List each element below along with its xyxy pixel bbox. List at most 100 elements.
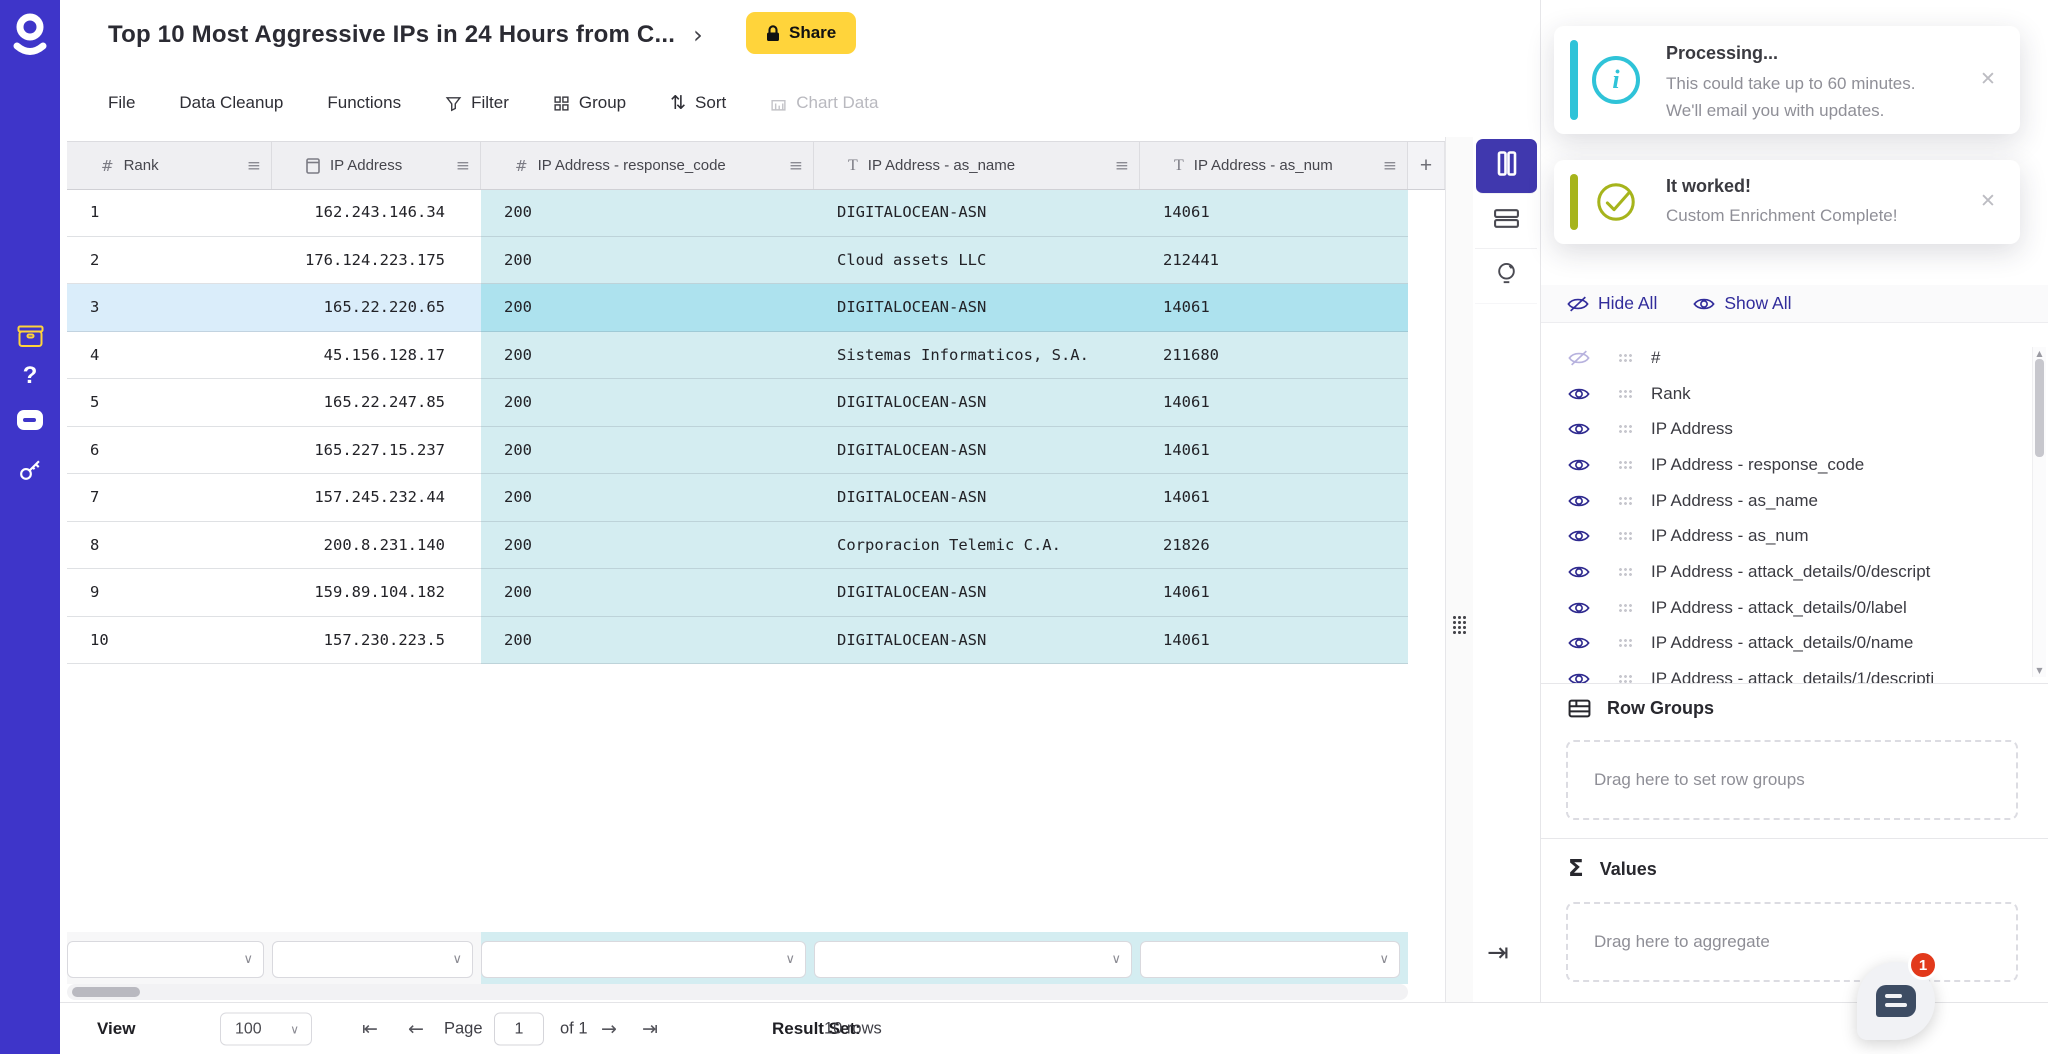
next-page-icon[interactable]: → (601, 1018, 617, 1040)
cell[interactable]: 200 (481, 332, 814, 380)
cell[interactable]: DIGITALOCEAN-ASN (814, 474, 1140, 522)
show-all-button[interactable]: Show All (1693, 293, 1791, 314)
library-archive-icon[interactable] (0, 324, 60, 354)
cell[interactable]: 4 (67, 332, 272, 380)
gigasheet-logo-icon[interactable] (10, 10, 50, 58)
cell[interactable]: 200 (481, 427, 814, 475)
cell[interactable]: 6 (67, 427, 272, 475)
cell[interactable]: 200.8.231.140 (272, 522, 481, 570)
cell[interactable]: 165.22.220.65 (272, 284, 481, 332)
cell[interactable]: 157.230.223.5 (272, 617, 481, 665)
cell[interactable]: 200 (481, 522, 814, 570)
panel-scrollbar[interactable]: ▲ ▼ (2032, 347, 2046, 677)
key-icon[interactable] (0, 456, 60, 489)
scroll-down-icon[interactable]: ▼ (2035, 666, 2044, 675)
drag-handle-icon[interactable] (1618, 353, 1633, 363)
menu-item-data-cleanup[interactable]: Data Cleanup (179, 93, 283, 113)
tab-columns[interactable] (1476, 139, 1537, 194)
cell[interactable]: 200 (481, 189, 814, 237)
table-row-2[interactable]: 2176.124.223.175200Cloud assets LLC21244… (67, 237, 1408, 285)
eye-icon[interactable] (1568, 457, 1592, 473)
cell[interactable]: DIGITALOCEAN-ASN (814, 189, 1140, 237)
column-list-item-ip-address-attack-details-1-descripti[interactable]: IP Address - attack_details/1/descripti (1541, 661, 2031, 683)
table-row-4[interactable]: 445.156.128.17200Sistemas Informaticos, … (67, 332, 1408, 380)
cell[interactable]: 200 (481, 617, 814, 665)
cell[interactable]: 176.124.223.175 (272, 237, 481, 285)
cell[interactable]: DIGITALOCEAN-ASN (814, 617, 1140, 665)
drag-handle-icon[interactable] (1618, 638, 1633, 648)
column-list-item-ip-address-as-num[interactable]: IP Address - as_num (1541, 518, 2031, 554)
column-menu-icon[interactable]: ≡ (1383, 156, 1397, 176)
filter-select-ip-address-response-code[interactable]: ∨ (481, 941, 806, 978)
support-chat-button[interactable]: 1 (1857, 962, 1935, 1040)
column-header-ip-address-as-name[interactable]: TIP Address - as_name≡ (814, 142, 1140, 189)
table-row-1[interactable]: 1162.243.146.34200DIGITALOCEAN-ASN14061 (67, 189, 1408, 237)
cell[interactable]: 165.22.247.85 (272, 379, 481, 427)
column-list-item-ip-address[interactable]: IP Address (1541, 411, 2031, 447)
panel-resize-handle[interactable] (1445, 137, 1474, 1002)
cell[interactable]: 165.227.15.237 (272, 427, 481, 475)
menu-item-file[interactable]: File (108, 93, 135, 113)
column-list-item-ip-address-attack-details-0-descript[interactable]: IP Address - attack_details/0/descript (1541, 554, 2031, 590)
eye-off-icon[interactable] (1568, 350, 1592, 366)
drag-handle-icon[interactable] (1618, 389, 1633, 399)
column-header-ip-address-response-code[interactable]: #IP Address - response_code≡ (481, 142, 814, 189)
column-list-item-rank[interactable]: Rank (1541, 376, 2031, 412)
breadcrumb-chevron-icon[interactable]: › (693, 21, 703, 49)
table-row-10[interactable]: 10157.230.223.5200DIGITALOCEAN-ASN14061 (67, 617, 1408, 665)
cell[interactable]: 14061 (1140, 284, 1408, 332)
help-icon[interactable]: ? (0, 362, 60, 390)
eye-icon[interactable] (1568, 600, 1592, 616)
column-menu-icon[interactable]: ≡ (789, 156, 803, 176)
drag-handle-icon[interactable] (1618, 603, 1633, 613)
cell[interactable]: 162.243.146.34 (272, 189, 481, 237)
cell[interactable]: DIGITALOCEAN-ASN (814, 427, 1140, 475)
close-icon[interactable]: ✕ (1980, 68, 1996, 90)
cell[interactable]: Sistemas Informaticos, S.A. (814, 332, 1140, 380)
cell[interactable]: 200 (481, 237, 814, 285)
column-menu-icon[interactable]: ≡ (456, 156, 470, 176)
cell[interactable]: DIGITALOCEAN-ASN (814, 284, 1140, 332)
share-button[interactable]: Share (746, 12, 856, 54)
add-column-button[interactable]: + (1408, 142, 1445, 189)
drag-handle-icon[interactable] (1618, 460, 1633, 470)
menu-item-sort[interactable]: ⇅Sort (670, 93, 726, 113)
tab-rows[interactable] (1475, 194, 1537, 249)
row-groups-dropzone[interactable]: Drag here to set row groups (1566, 740, 2018, 820)
cell[interactable]: 14061 (1140, 189, 1408, 237)
cell[interactable]: 45.156.128.17 (272, 332, 481, 380)
column-menu-icon[interactable]: ≡ (247, 156, 261, 176)
column-list-item-ip-address-as-name[interactable]: IP Address - as_name (1541, 483, 2031, 519)
column-list-item-ip-address-attack-details-0-name[interactable]: IP Address - attack_details/0/name (1541, 626, 2031, 662)
table-row-9[interactable]: 9159.89.104.182200DIGITALOCEAN-ASN14061 (67, 569, 1408, 617)
column-list-item-ip-address-attack-details-0-label[interactable]: IP Address - attack_details/0/label (1541, 590, 2031, 626)
column-header-ip-address-as-num[interactable]: TIP Address - as_num≡ (1140, 142, 1408, 189)
drag-handle-icon[interactable] (1618, 531, 1633, 541)
cell[interactable]: 9 (67, 569, 272, 617)
cell[interactable]: 14061 (1140, 427, 1408, 475)
table-row-5[interactable]: 5165.22.247.85200DIGITALOCEAN-ASN14061 (67, 379, 1408, 427)
cell[interactable]: 200 (481, 569, 814, 617)
eye-icon[interactable] (1568, 386, 1592, 402)
eye-icon[interactable] (1568, 493, 1592, 509)
cell[interactable]: 14061 (1140, 617, 1408, 665)
cell[interactable]: DIGITALOCEAN-ASN (814, 569, 1140, 617)
cell[interactable]: 200 (481, 284, 814, 332)
panel-scrollbar-thumb[interactable] (2035, 359, 2044, 457)
eye-icon[interactable] (1568, 671, 1592, 683)
table-row-3[interactable]: 3165.22.220.65200DIGITALOCEAN-ASN14061 (67, 284, 1408, 332)
tab-insights[interactable] (1475, 249, 1537, 304)
table-row-8[interactable]: 8200.8.231.140200Corporacion Telemic C.A… (67, 522, 1408, 570)
first-page-icon[interactable]: ⇤ (362, 1018, 378, 1040)
cell[interactable]: 157.245.232.44 (272, 474, 481, 522)
chat-message-icon[interactable] (0, 410, 60, 430)
cell[interactable]: 200 (481, 474, 814, 522)
cell[interactable]: DIGITALOCEAN-ASN (814, 379, 1140, 427)
scroll-up-icon[interactable]: ▲ (2035, 349, 2044, 358)
filter-select-rank[interactable]: ∨ (67, 941, 264, 978)
cell[interactable]: 8 (67, 522, 272, 570)
filter-select-ip-address-as-num[interactable]: ∨ (1140, 941, 1400, 978)
cell[interactable]: 14061 (1140, 569, 1408, 617)
hide-all-button[interactable]: Hide All (1567, 293, 1657, 314)
column-menu-icon[interactable]: ≡ (1115, 156, 1129, 176)
